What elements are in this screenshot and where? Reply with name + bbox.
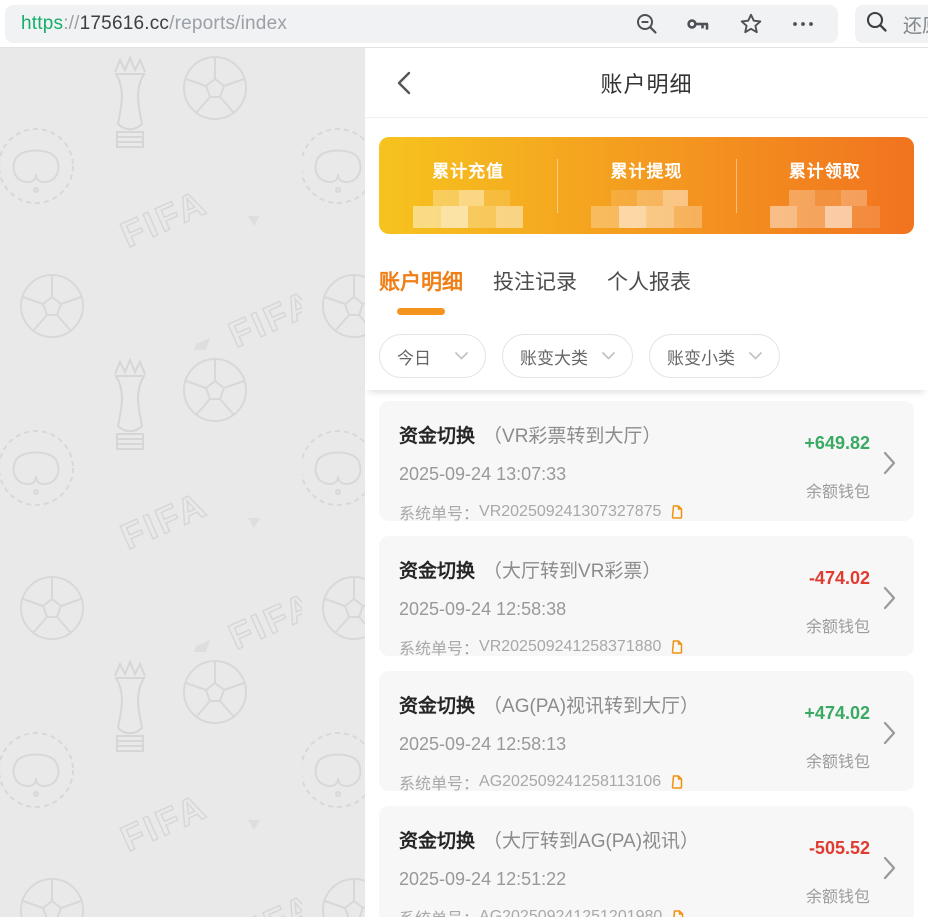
filter-label: 今日 [397, 344, 431, 369]
tab-label: 投注记录 [493, 266, 577, 296]
filter-major-category-dropdown[interactable]: 账变大类 [502, 334, 633, 378]
account-detail-panel: 账户明细 累计充值 累计提现 累计领取 [365, 48, 928, 917]
back-button[interactable] [389, 66, 423, 100]
summary-label: 累计充值 [432, 157, 504, 182]
key-icon[interactable] [686, 12, 712, 36]
browser-toolbar: https://175616.cc/reports/index 还原 [0, 0, 928, 48]
tab-label: 账户明细 [379, 266, 463, 296]
tab-account-detail[interactable]: 账户明细 [379, 266, 463, 315]
summary-card: 累计充值 累计提现 累计领取 [379, 137, 914, 234]
filter-date-dropdown[interactable]: 今日 [379, 334, 486, 378]
wallet-type-label: 余额钱包 [760, 883, 870, 907]
transaction-card[interactable]: 资金切换 （AG(PA)视讯转到大厅） 2025-09-24 12:58:13 系… [379, 671, 914, 791]
transaction-amount: +649.82 [760, 433, 870, 454]
transaction-card[interactable]: 资金切换 （VR彩票转到大厅） 2025-09-24 13:07:33 系统单号：… [379, 401, 914, 521]
wallet-type-label: 余额钱包 [760, 478, 870, 502]
filter-bar: 今日 账变大类 账变小类 [365, 315, 928, 390]
transaction-detail: （AG(PA)视讯转到大厅） [483, 696, 699, 717]
summary-label: 累计提现 [610, 157, 682, 182]
transaction-detail: （大厅转到AG(PA)视讯） [483, 831, 699, 852]
page-url[interactable]: https://175616.cc/reports/index [21, 13, 287, 35]
redacted-value [770, 190, 881, 228]
transaction-card[interactable]: 资金切换 （大厅转到VR彩票） 2025-09-24 12:58:38 系统单号：… [379, 536, 914, 656]
url-scheme: https [21, 13, 63, 34]
filter-label: 账变小类 [667, 344, 735, 369]
tab-personal-report[interactable]: 个人报表 [607, 266, 691, 315]
copy-icon[interactable] [669, 909, 685, 917]
order-number-label: 系统单号： [399, 905, 479, 917]
page-header: 账户明细 [365, 48, 928, 118]
transaction-card[interactable]: 资金切换 （大厅转到AG(PA)视讯） 2025-09-24 12:51:22 系… [379, 806, 914, 917]
transaction-type: 资金切换 [399, 426, 475, 447]
summary-total-claim: 累计领取 [736, 157, 914, 220]
fifa-pattern: FIFA [0, 48, 365, 917]
order-number: VR202509241307327875 [479, 503, 661, 521]
transaction-amount: +474.02 [760, 703, 870, 724]
ellipsis-icon[interactable] [790, 12, 816, 36]
wallet-type-label: 余额钱包 [760, 748, 870, 772]
summary-label: 累计领取 [789, 157, 861, 182]
transaction-amount: -505.52 [760, 838, 870, 859]
copy-icon[interactable] [668, 639, 684, 656]
find-query-text: 还原 [903, 11, 928, 38]
tab-label: 个人报表 [607, 266, 691, 296]
order-number-label: 系统单号： [399, 500, 479, 524]
wallet-type-label: 余额钱包 [760, 613, 870, 637]
url-host: 175616.cc [80, 13, 169, 34]
chevron-down-icon [455, 352, 468, 360]
transaction-datetime: 2025-09-24 12:58:13 [399, 734, 760, 755]
search-icon [865, 10, 889, 39]
star-icon[interactable] [739, 12, 763, 36]
chevron-down-icon [749, 352, 762, 360]
report-tabs: 账户明细 投注记录 个人报表 [365, 234, 928, 315]
url-path: /reports/index [169, 13, 287, 34]
transaction-type: 资金切换 [399, 696, 475, 717]
address-bar[interactable]: https://175616.cc/reports/index [5, 5, 838, 43]
redacted-value [591, 190, 702, 228]
transaction-datetime: 2025-09-24 13:07:33 [399, 464, 760, 485]
order-number: AG202509241258113106 [479, 773, 661, 791]
chevron-right-icon[interactable] [883, 856, 896, 885]
background-watermark: FIFA [0, 48, 365, 917]
chevron-right-icon[interactable] [883, 586, 896, 615]
transaction-datetime: 2025-09-24 12:58:38 [399, 599, 760, 620]
copy-icon[interactable] [668, 504, 684, 521]
summary-total-deposit: 累计充值 [379, 157, 557, 220]
active-tab-indicator [397, 308, 445, 315]
order-number-label: 系统单号： [399, 635, 479, 659]
filter-label: 账变大类 [520, 344, 588, 369]
transaction-type: 资金切换 [399, 561, 475, 582]
page-title: 账户明细 [600, 67, 692, 99]
transaction-type: 资金切换 [399, 831, 475, 852]
redacted-value [413, 190, 524, 228]
copy-icon[interactable] [668, 774, 684, 791]
transaction-detail: （VR彩票转到大厅） [483, 426, 661, 447]
chevron-right-icon[interactable] [883, 721, 896, 750]
zoom-out-icon[interactable] [635, 12, 659, 36]
filter-minor-category-dropdown[interactable]: 账变小类 [649, 334, 780, 378]
transaction-detail: （大厅转到VR彩票） [483, 561, 661, 582]
chevron-down-icon [602, 352, 615, 360]
summary-total-withdraw: 累计提现 [557, 157, 735, 220]
chevron-right-icon[interactable] [883, 451, 896, 480]
order-number-label: 系统单号： [399, 770, 479, 794]
find-in-page-box[interactable]: 还原 [855, 5, 928, 43]
url-separator: :// [63, 13, 79, 34]
tab-bet-records[interactable]: 投注记录 [493, 266, 577, 315]
transaction-datetime: 2025-09-24 12:51:22 [399, 869, 760, 890]
order-number: VR202509241258371880 [479, 638, 661, 656]
transaction-list: 资金切换 （VR彩票转到大厅） 2025-09-24 13:07:33 系统单号：… [365, 390, 928, 917]
order-number: AG202509241251201980 [479, 908, 662, 917]
transaction-amount: -474.02 [760, 568, 870, 589]
